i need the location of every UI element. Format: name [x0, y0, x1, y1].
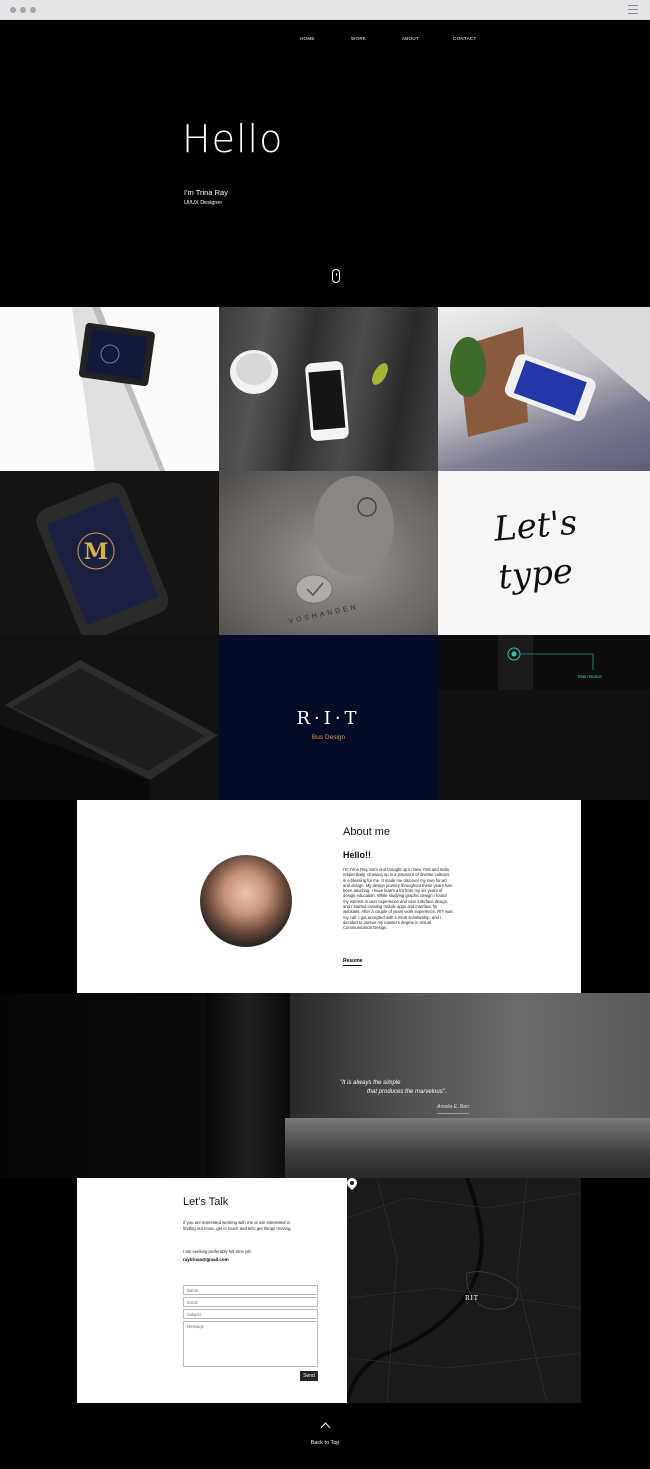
contact-intro: If you are interested working with me or… — [183, 1220, 292, 1231]
contact-availability: I am seeking preferably full-time job. — [183, 1249, 253, 1254]
browser-chrome — [0, 0, 650, 20]
hero-role: UI/UX Designer — [184, 200, 223, 206]
project-tile-phone-laptop[interactable] — [438, 307, 650, 471]
project-tile-lets-type[interactable]: Let's type — [438, 471, 650, 635]
nav-contact[interactable]: CONTACT — [453, 36, 504, 41]
phone-m-illustration: M — [36, 482, 169, 635]
hero-greeting: Hello — [182, 117, 284, 161]
map-roads — [347, 1178, 581, 1403]
project-tile-rit-bus[interactable]: R·I·T Bus Design — [219, 635, 438, 800]
about-hello: Hello!! — [343, 850, 371, 860]
location-pin-icon — [347, 1178, 357, 1190]
contact-section: Let's Talk If you are interested working… — [77, 1178, 347, 1403]
lets-type-script: Let's type — [492, 502, 579, 598]
email-field[interactable] — [183, 1297, 318, 1307]
nav-about[interactable]: ABOUT — [402, 36, 453, 41]
main-button-illustration — [438, 635, 650, 800]
project-tile-phone-coffee[interactable] — [219, 307, 438, 471]
curtain-image — [205, 993, 290, 1178]
name-field[interactable] — [183, 1285, 318, 1295]
quote-section: "It is always the simple that produces t… — [0, 993, 650, 1178]
maximize-dot[interactable] — [30, 7, 36, 13]
nav-work[interactable]: WORK — [351, 36, 402, 41]
svg-text:M: M — [84, 539, 108, 565]
rit-logo-text: R·I·T — [296, 708, 361, 729]
map-label: RIT — [465, 1295, 479, 1302]
quote-line-2: that produces the marvelous". — [367, 1089, 447, 1095]
about-body: I'm Trina Ray, born and brought up in Ne… — [343, 867, 453, 931]
subject-field[interactable] — [183, 1309, 318, 1319]
quote-signature: Amelia E. Barr — [437, 1104, 470, 1114]
rit-subtitle: Bus Design — [311, 734, 346, 741]
minimize-dot[interactable] — [20, 7, 26, 13]
quote-text: "It is always the simple that produces t… — [340, 1079, 447, 1097]
project-tile-main-button[interactable]: Main Button — [438, 635, 650, 800]
quote-line-1: "It is always the simple — [340, 1080, 401, 1086]
project-tile-tablet-kiosk[interactable] — [0, 307, 219, 471]
phone-laptop-illustration — [450, 307, 650, 437]
resume-link[interactable]: Resume — [343, 958, 363, 966]
send-button[interactable]: Send — [300, 1371, 318, 1381]
contact-email[interactable]: raytrinaa@gmail.com — [183, 1257, 229, 1262]
hero-section: HOME WORK ABOUT CONTACT Hello I'm Trina … — [0, 20, 650, 307]
profile-photo — [200, 855, 292, 947]
close-dot[interactable] — [10, 7, 16, 13]
window-controls — [10, 7, 36, 13]
tablet-dark-illustration — [0, 660, 218, 800]
back-to-top[interactable]: Back to Top — [305, 1422, 345, 1446]
chevron-up-icon — [320, 1422, 330, 1433]
project-tile-voshanden-seal[interactable]: VOSHANDEN — [219, 471, 438, 635]
svg-text:VOSHANDEN: VOSHANDEN — [288, 604, 359, 626]
page: HOME WORK ABOUT CONTACT Hello I'm Trina … — [0, 20, 650, 1469]
about-section: About me Hello!! I'm Trina Ray, born and… — [77, 800, 581, 993]
message-field[interactable] — [183, 1321, 318, 1367]
hero-name: I'm Trina Ray — [184, 188, 228, 197]
hamburger-menu-icon[interactable] — [628, 5, 638, 17]
portfolio-grid: M VOSHANDEN Let's type R·I·T Bus Design … — [0, 307, 650, 800]
seal-illustration: VOSHANDEN — [288, 476, 394, 626]
kiosk-illustration — [72, 307, 165, 471]
scroll-mouse-icon[interactable] — [332, 269, 340, 283]
project-tile-phone-m[interactable]: M — [0, 471, 219, 635]
location-map[interactable]: RIT — [347, 1178, 581, 1403]
project-tile-tablet-dark[interactable] — [0, 635, 219, 800]
bridge-landscape-image — [285, 1118, 650, 1178]
contact-title: Let's Talk — [183, 1196, 229, 1208]
phone-coffee-illustration — [230, 350, 388, 441]
main-button-label: Main Button — [578, 674, 603, 679]
nav-home[interactable]: HOME — [300, 36, 351, 41]
back-to-top-label: Back to Top — [310, 1440, 340, 1446]
about-title: About me — [343, 826, 391, 838]
main-nav: HOME WORK ABOUT CONTACT — [300, 36, 504, 41]
